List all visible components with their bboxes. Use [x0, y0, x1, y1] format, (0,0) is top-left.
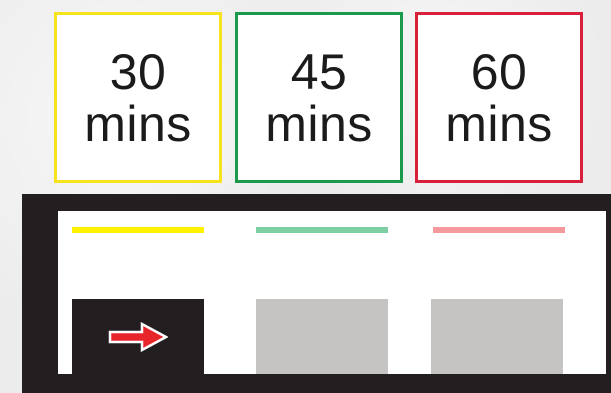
- duration-card-30[interactable]: 30 mins: [54, 12, 222, 183]
- duration-number: 45: [290, 43, 348, 100]
- duration-card-45[interactable]: 45 mins: [235, 12, 403, 183]
- slot-45[interactable]: [256, 299, 388, 374]
- slot-60[interactable]: [431, 299, 563, 374]
- slot-30-active[interactable]: [72, 299, 204, 374]
- duration-unit: mins: [265, 95, 373, 152]
- duration-unit: mins: [445, 95, 553, 152]
- duration-card-60[interactable]: 60 mins: [415, 12, 583, 183]
- indicator-line-45: [256, 227, 388, 233]
- indicator-line-60: [433, 227, 565, 233]
- duration-unit: mins: [84, 95, 192, 152]
- timer-selector-body: [58, 211, 606, 374]
- timer-selector-panel: [22, 194, 611, 393]
- arrow-right-icon: [108, 321, 168, 352]
- duration-number: 60: [470, 43, 528, 100]
- duration-number: 30: [109, 43, 167, 100]
- indicator-line-30: [72, 227, 204, 233]
